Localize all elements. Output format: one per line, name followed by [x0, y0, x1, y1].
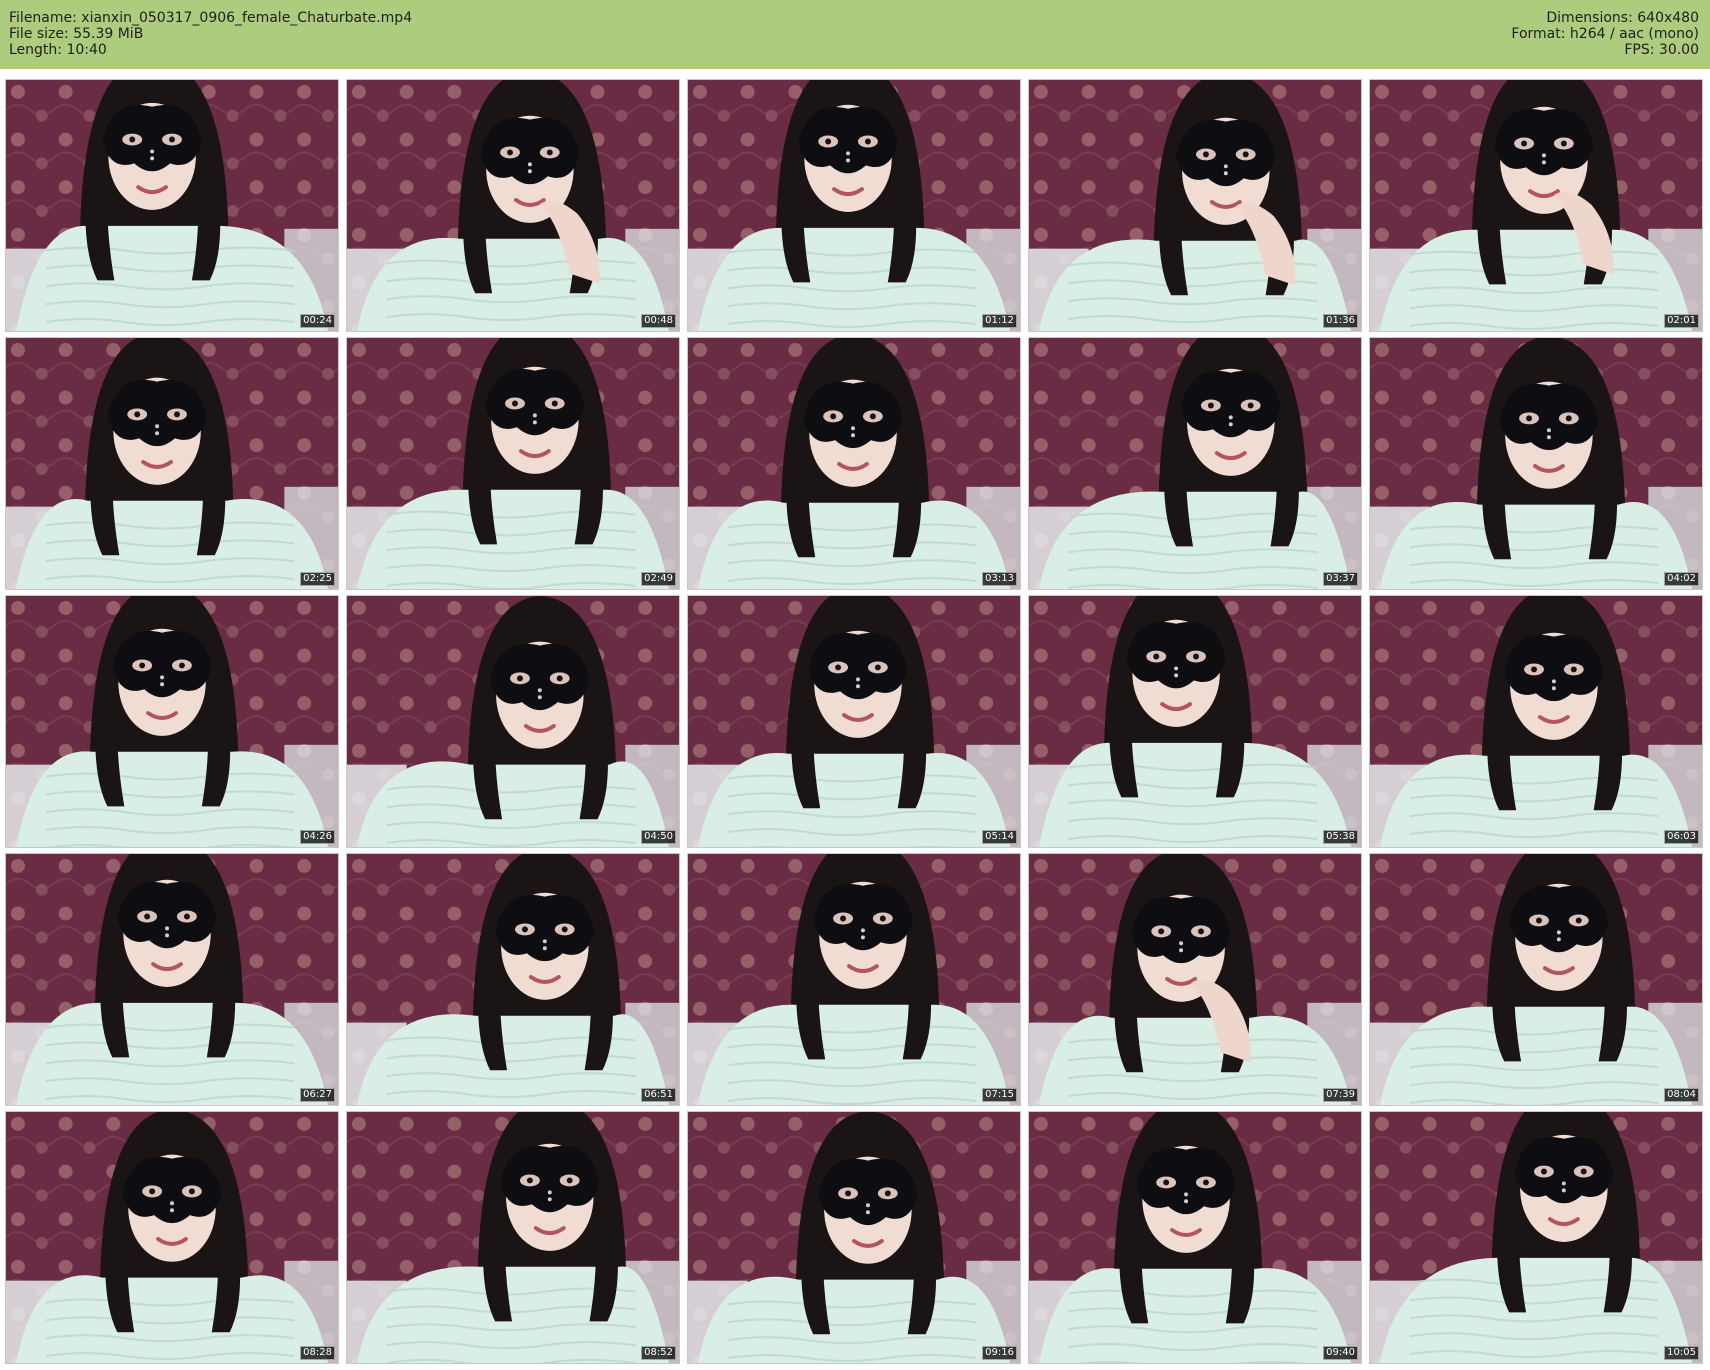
thumbnail-timestamp: 02:25: [300, 572, 335, 586]
thumbnail-timestamp: 05:14: [982, 830, 1017, 844]
thumbnail-timestamp: 04:26: [300, 830, 335, 844]
video-thumbnail[interactable]: 05:14: [687, 595, 1021, 848]
thumbnail-timestamp: 02:01: [1664, 314, 1699, 328]
video-thumbnail[interactable]: 06:51: [346, 853, 680, 1106]
thumbnail-timestamp: 07:39: [1323, 1088, 1358, 1102]
video-thumbnail[interactable]: 01:12: [687, 79, 1021, 332]
thumbnail-timestamp: 05:38: [1323, 830, 1358, 844]
video-thumbnail[interactable]: 05:38: [1028, 595, 1362, 848]
thumbnail-timestamp: 03:37: [1323, 572, 1358, 586]
thumbnail-timestamp: 08:28: [300, 1346, 335, 1360]
thumbnail-grid: 00:24 00:48 01:12 01:36 02:01 02:25 02:49 03:13…: [0, 0, 1710, 1370]
video-thumbnail[interactable]: 01:36: [1028, 79, 1362, 332]
thumbnail-timestamp: 08:04: [1664, 1088, 1699, 1102]
video-thumbnail[interactable]: 09:16: [687, 1111, 1021, 1364]
thumbnail-timestamp: 00:24: [300, 314, 335, 328]
video-thumbnail[interactable]: 07:39: [1028, 853, 1362, 1106]
thumbnail-timestamp: 04:50: [641, 830, 676, 844]
thumbnail-timestamp: 01:12: [982, 314, 1017, 328]
video-thumbnail[interactable]: 04:50: [346, 595, 680, 848]
video-thumbnail[interactable]: 06:03: [1369, 595, 1703, 848]
video-thumbnail[interactable]: 02:49: [346, 337, 680, 590]
video-thumbnail[interactable]: 04:26: [5, 595, 339, 848]
video-thumbnail[interactable]: 08:04: [1369, 853, 1703, 1106]
video-thumbnail[interactable]: 09:40: [1028, 1111, 1362, 1364]
video-thumbnail[interactable]: 02:25: [5, 337, 339, 590]
video-thumbnail[interactable]: 04:02: [1369, 337, 1703, 590]
video-thumbnail[interactable]: 02:01: [1369, 79, 1703, 332]
thumbnail-timestamp: 10:05: [1664, 1346, 1699, 1360]
video-thumbnail[interactable]: 06:27: [5, 853, 339, 1106]
thumbnail-timestamp: 09:16: [982, 1346, 1017, 1360]
video-thumbnail[interactable]: 10:05: [1369, 1111, 1703, 1364]
thumbnail-timestamp: 03:13: [982, 572, 1017, 586]
thumbnail-timestamp: 01:36: [1323, 314, 1358, 328]
thumbnail-timestamp: 04:02: [1664, 572, 1699, 586]
thumbnail-timestamp: 06:51: [641, 1088, 676, 1102]
video-thumbnail[interactable]: 08:28: [5, 1111, 339, 1364]
video-thumbnail[interactable]: 03:37: [1028, 337, 1362, 590]
thumbnail-timestamp: 08:52: [641, 1346, 676, 1360]
thumbnail-timestamp: 09:40: [1323, 1346, 1358, 1360]
video-thumbnail[interactable]: 00:48: [346, 79, 680, 332]
thumbnail-timestamp: 06:27: [300, 1088, 335, 1102]
video-thumbnail[interactable]: 07:15: [687, 853, 1021, 1106]
thumbnail-timestamp: 06:03: [1664, 830, 1699, 844]
thumbnail-timestamp: 02:49: [641, 572, 676, 586]
thumbnail-timestamp: 07:15: [982, 1088, 1017, 1102]
thumbnail-timestamp: 00:48: [641, 314, 676, 328]
video-thumbnail[interactable]: 03:13: [687, 337, 1021, 590]
video-thumbnail[interactable]: 00:24: [5, 79, 339, 332]
video-thumbnail[interactable]: 08:52: [346, 1111, 680, 1364]
